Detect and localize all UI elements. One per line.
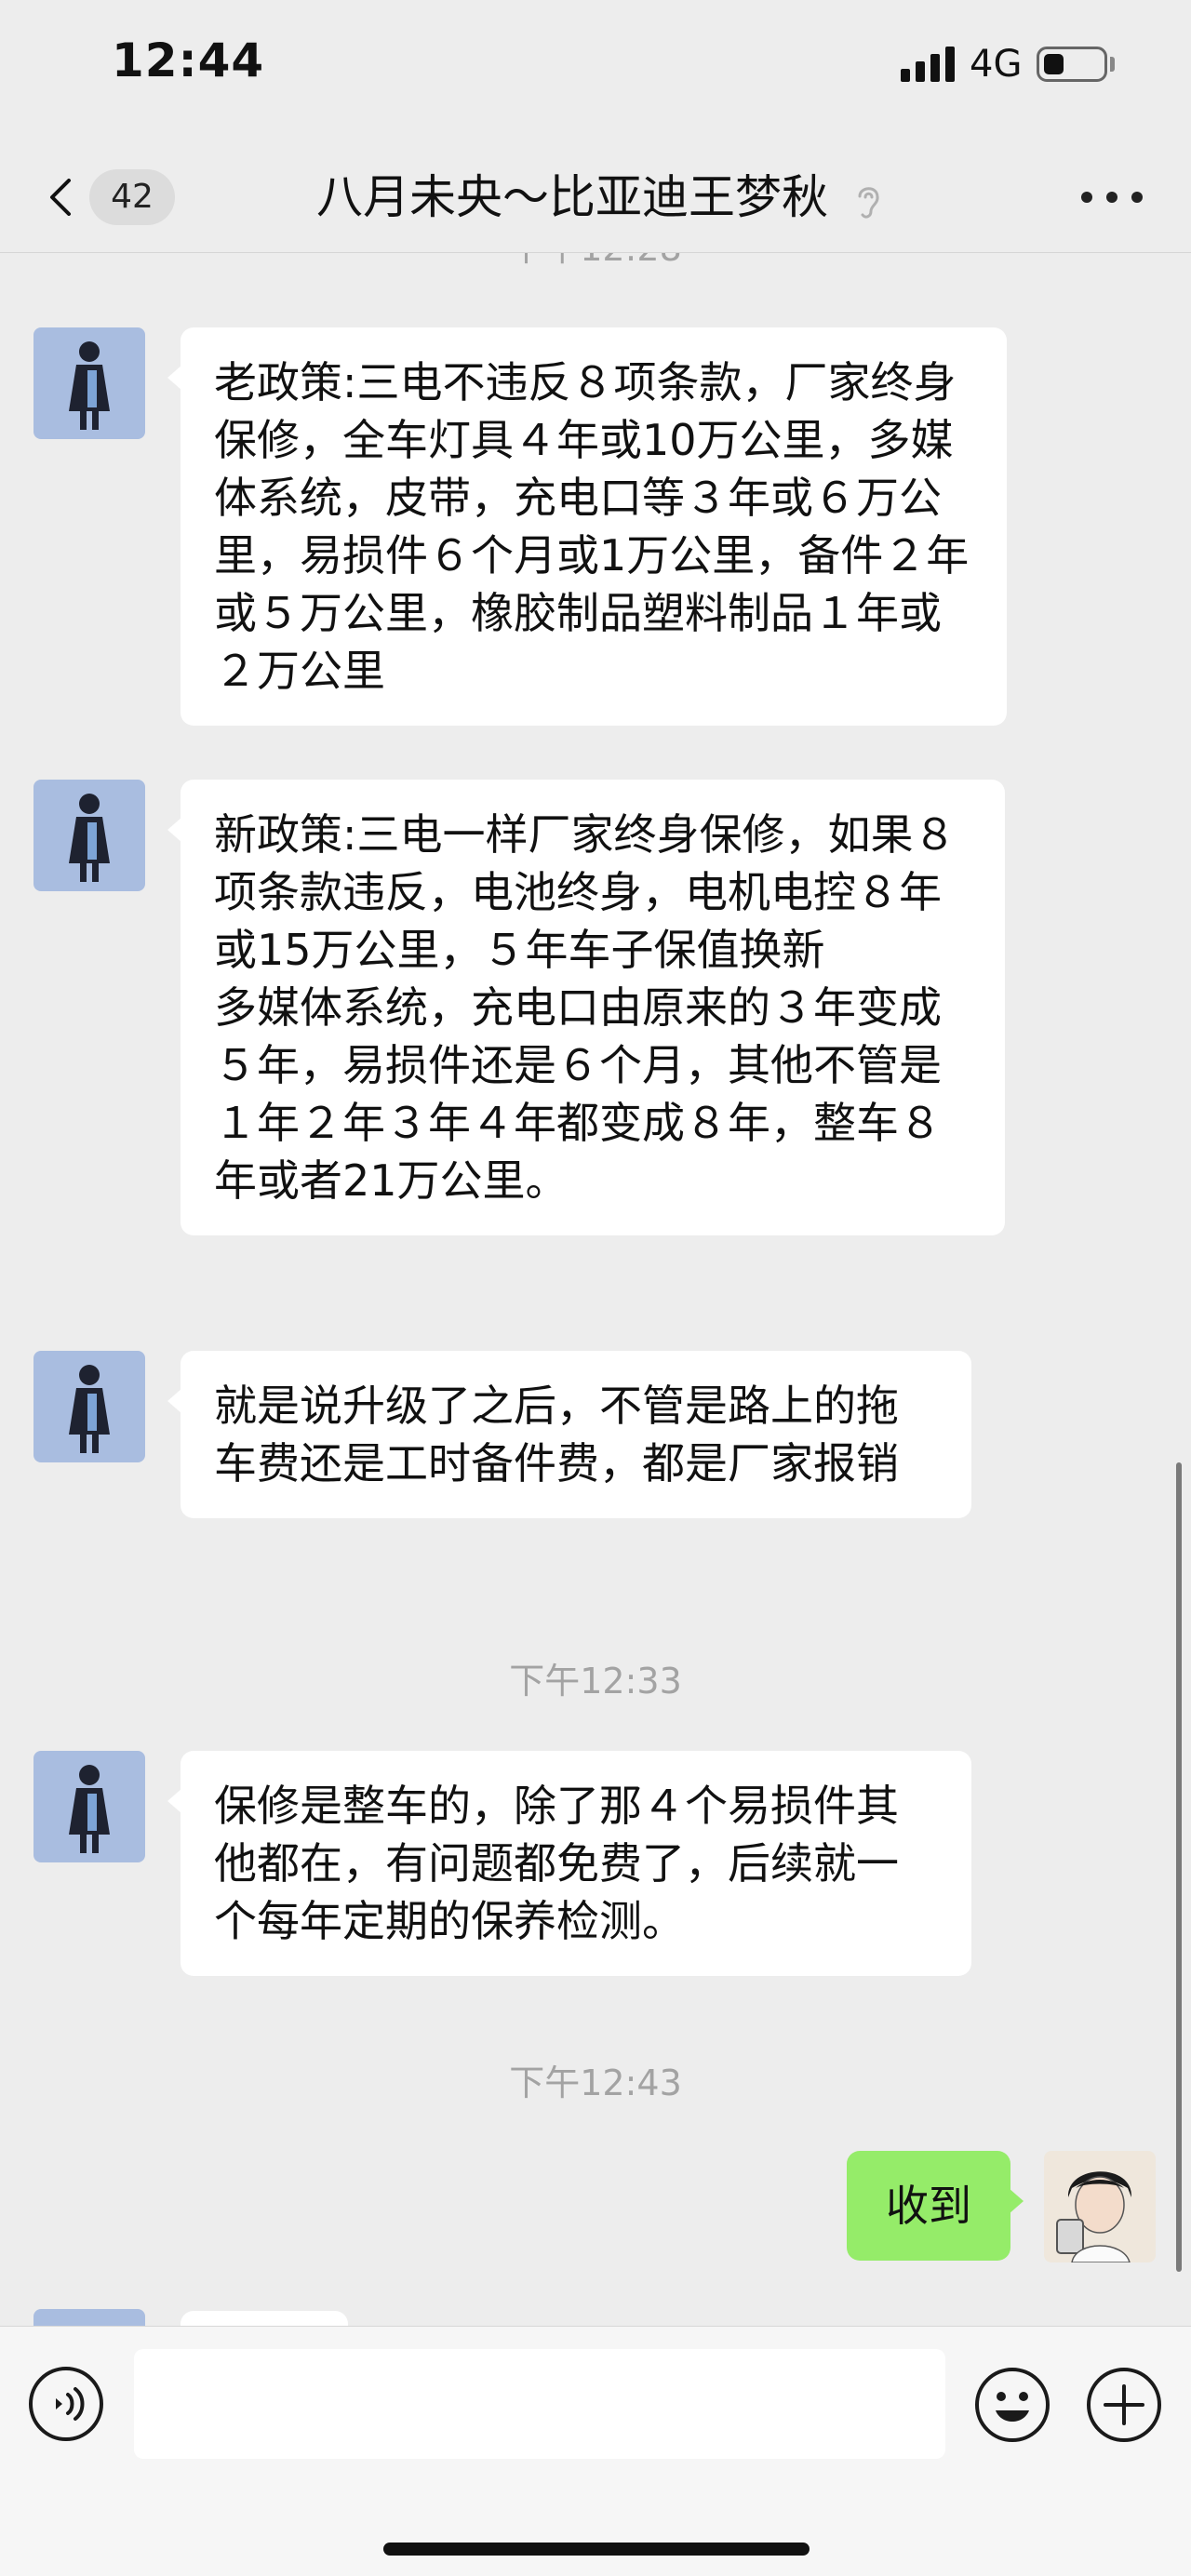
contact-avatar-partial[interactable]	[33, 2309, 145, 2326]
more-options-button[interactable]	[1081, 180, 1146, 214]
emoji-button[interactable]	[973, 2366, 1051, 2444]
ear-icon	[858, 186, 879, 219]
timestamp: 下午12:43	[509, 2062, 682, 2103]
battery-level	[1044, 54, 1064, 74]
message-bubble[interactable]: 新政策:三电一样厂家终身保修，如果８项条款违反，电池终身，电机电控８年或15万公…	[167, 780, 1005, 1235]
status-time: 12:44	[112, 33, 265, 87]
person-silhouette-icon	[69, 1365, 110, 1453]
input-bar	[0, 2326, 1191, 2576]
more-dots-icon	[1081, 192, 1092, 203]
message-bubble[interactable]: 就是说升级了之后，不管是路上的拖车费还是工时备件费，都是厂家报销	[167, 1351, 971, 1518]
chat-title: 八月未央～比亚迪王梦秋	[316, 162, 912, 233]
chat-header: 42 八月未央～比亚迪王梦秋	[0, 140, 1191, 253]
status-bar: 12:44 4G	[0, 0, 1191, 140]
person-silhouette-icon	[69, 341, 110, 430]
voice-icon	[29, 2367, 103, 2441]
voice-input-button[interactable]	[28, 2366, 104, 2442]
chat-title-text: 八月未央～比亚迪王梦秋	[316, 170, 828, 224]
home-indicator[interactable]	[383, 2543, 810, 2556]
battery-icon	[1037, 47, 1107, 82]
back-button[interactable]: 42	[37, 167, 186, 227]
timestamp: 下午12:33	[509, 1661, 682, 1702]
more-functions-button[interactable]	[1085, 2366, 1163, 2444]
person-silhouette-icon	[69, 794, 110, 882]
message-bubble[interactable]: 老政策:三电不违反８项条款，厂家终身保修，全车灯具４年或10万公里，多媒体系统，…	[167, 327, 1007, 726]
message-bubble[interactable]: 保修是整车的，除了那４个易损件其他都在，有问题都免费了，后续就一个每年定期的保养…	[167, 1751, 971, 1976]
message-bubble-partial[interactable]	[181, 2311, 348, 2326]
person-silhouette-icon	[69, 1765, 110, 1853]
user-portrait-icon	[1056, 2171, 1132, 2262]
plus-icon	[1087, 2368, 1161, 2442]
contact-avatar[interactable]	[33, 1751, 145, 1862]
emoji-icon	[975, 2368, 1050, 2442]
contact-avatar[interactable]	[33, 1351, 145, 1462]
network-type: 4G	[970, 43, 1023, 86]
my-message-bubble[interactable]: 收到	[847, 2151, 1024, 2261]
scrollbar[interactable]	[1176, 1462, 1182, 2272]
contact-avatar[interactable]	[33, 327, 145, 439]
message-input[interactable]	[134, 2349, 945, 2459]
contact-avatar[interactable]	[33, 780, 145, 891]
unread-count-badge: 42	[89, 169, 175, 225]
battery-tip	[1110, 57, 1115, 72]
signal-icon	[901, 47, 958, 82]
message-list[interactable]: 下午12:28 老政策:三电不违反８项条款，厂家终身保修，全车灯具４年或10万公…	[0, 253, 1191, 2326]
my-avatar[interactable]	[1044, 2151, 1156, 2262]
timestamp-partial: 下午12:28	[0, 253, 1191, 271]
chevron-left-icon	[50, 179, 71, 216]
